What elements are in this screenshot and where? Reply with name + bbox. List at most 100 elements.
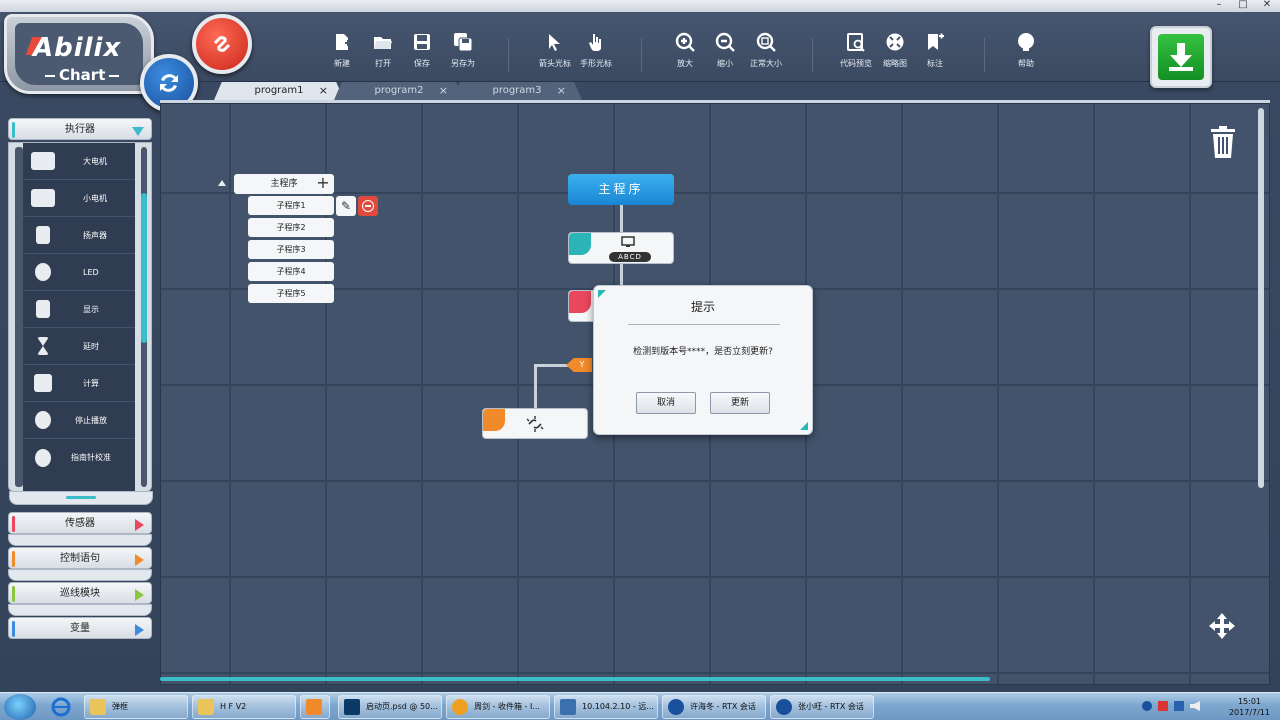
subprogram-item[interactable]: 子程序1 — [248, 196, 334, 215]
block-label: 大电机 — [83, 156, 107, 166]
bookmark-icon — [928, 33, 944, 50]
trash-icon[interactable] — [1210, 126, 1236, 158]
main-program-block[interactable]: 主程序 — [568, 174, 674, 205]
category-line-follow[interactable]: 巡线模块 — [8, 582, 152, 616]
control-block-tag — [483, 409, 505, 431]
dialog-corner — [598, 290, 606, 298]
category-actuators[interactable]: 执行器 — [8, 118, 152, 140]
vertical-scrollbar[interactable] — [1258, 108, 1264, 488]
tab-label: program3 — [492, 85, 542, 96]
close-button[interactable]: ✕ — [1260, 0, 1274, 10]
bookmark-button[interactable]: 标注 — [909, 32, 961, 69]
close-icon[interactable]: × — [319, 82, 328, 100]
arrow-cursor-icon — [549, 34, 560, 51]
update-button[interactable]: 更新 — [710, 392, 770, 414]
category-color-bar — [12, 551, 15, 567]
actuator-panel: 大电机 小电机 扬声器 LED 显示 延时 计算 停止播放 指南针校准 — [8, 142, 153, 505]
taskbar-item[interactable]: H F V2 — [192, 695, 296, 719]
category-variables[interactable]: 变量 — [8, 617, 152, 639]
taskbar-item[interactable]: 周剑 - 收件箱 - I... — [446, 695, 550, 719]
windows-taskbar: 弹框 H F V2 启动页.psd @ 50... 周剑 - 收件箱 - I..… — [0, 692, 1280, 720]
zoom-in-icon — [675, 32, 695, 52]
cancel-button[interactable]: 取消 — [636, 392, 696, 414]
delete-icon[interactable] — [358, 196, 378, 216]
close-icon[interactable]: × — [439, 82, 448, 100]
folder-icon — [90, 698, 106, 715]
hand-cursor-button[interactable]: 手形光标 — [570, 32, 622, 69]
subprogram-item[interactable]: 子程序4 — [248, 262, 334, 281]
display-block-tag — [569, 233, 591, 255]
horizontal-scrollbar[interactable] — [160, 677, 990, 681]
tray-app-icon[interactable] — [1158, 701, 1168, 711]
category-control[interactable]: 控制语句 — [8, 547, 152, 581]
display-icon — [36, 300, 50, 318]
close-icon[interactable]: × — [557, 82, 566, 100]
help-button[interactable]: 帮助 — [1000, 32, 1052, 69]
abilix-chart-logo: Abilix Chart — [4, 14, 154, 94]
start-button[interactable] — [4, 694, 36, 720]
block-delay[interactable]: 延时 — [23, 328, 135, 365]
block-small-motor[interactable]: 小电机 — [23, 180, 135, 217]
monitor-icon — [621, 236, 635, 247]
taskbar-item[interactable]: 许海冬 - RTX 会话 — [662, 695, 766, 719]
block-label: 扬声器 — [83, 230, 107, 240]
code-preview-icon — [847, 33, 865, 52]
toolbar-divider — [508, 38, 509, 72]
tab-program1[interactable]: program1 × — [214, 82, 344, 100]
taskbar-item[interactable] — [300, 695, 330, 719]
tab-label: program1 — [254, 85, 304, 96]
chain-link-icon — [213, 36, 231, 52]
subprogram-item[interactable]: 子程序2 — [248, 218, 334, 237]
bookmark-label: 标注 — [927, 59, 943, 68]
mail-icon — [452, 698, 468, 715]
tray-app-icon[interactable] — [1142, 701, 1152, 711]
block-compass-calibrate[interactable]: 指南针校准 — [23, 439, 135, 476]
collapse-arrow-icon[interactable] — [218, 180, 226, 186]
block-large-motor[interactable]: 大电机 — [23, 143, 135, 180]
category-footer — [8, 569, 152, 581]
add-subprogram-button[interactable]: + — [314, 174, 332, 194]
dialog-divider — [628, 324, 780, 325]
network-icon[interactable] — [1174, 701, 1184, 711]
toolbar-divider — [812, 38, 813, 72]
actuator-block-list: 大电机 小电机 扬声器 LED 显示 延时 计算 停止播放 指南针校准 — [23, 143, 135, 493]
save-as-button[interactable]: 另存为 — [437, 32, 489, 69]
maximize-button[interactable]: □ — [1236, 0, 1250, 10]
block-stop-playback[interactable]: 停止播放 — [23, 402, 135, 439]
tab-program3[interactable]: program3 × — [452, 82, 582, 100]
tab-program2[interactable]: program2 × — [334, 82, 464, 100]
help-label: 帮助 — [1018, 59, 1034, 68]
block-label: 显示 — [83, 304, 99, 314]
block-calculate[interactable]: 计算 — [23, 365, 135, 402]
block-display[interactable]: 显示 — [23, 291, 135, 328]
toolbar-divider — [984, 38, 985, 72]
ie-icon[interactable] — [50, 697, 72, 717]
connect-button[interactable] — [192, 14, 252, 74]
subprogram-item[interactable]: 子程序5 — [248, 284, 334, 303]
edit-icon[interactable]: ✎ — [336, 196, 356, 216]
move-icon[interactable] — [1208, 612, 1236, 640]
dialog-corner — [800, 422, 808, 430]
category-sensors[interactable]: 传感器 — [8, 512, 152, 546]
block-speaker[interactable]: 扬声器 — [23, 217, 135, 254]
taskbar-item[interactable]: 启动页.psd @ 50... — [338, 695, 442, 719]
taskbar-item[interactable]: 张小旺 - RTX 会话 — [770, 695, 874, 719]
media-player-icon — [306, 698, 322, 715]
taskbar-clock[interactable]: 15:01 2017/7/11 — [1229, 696, 1270, 718]
block-led[interactable]: LED — [23, 254, 135, 291]
stop-icon — [35, 411, 51, 429]
minimize-button[interactable]: – — [1212, 0, 1226, 10]
taskbar-item-label: 许海冬 - RTX 会话 — [690, 702, 756, 711]
control-block[interactable] — [482, 408, 588, 439]
block-label: 计算 — [83, 378, 99, 388]
actual-size-button[interactable]: 正常大小 — [740, 32, 792, 69]
volume-icon[interactable] — [1190, 701, 1200, 711]
display-block[interactable]: ABCD — [568, 232, 674, 264]
subprogram-item[interactable]: 子程序3 — [248, 240, 334, 259]
download-button[interactable] — [1150, 26, 1212, 88]
download-icon — [1158, 34, 1204, 80]
taskbar-item[interactable]: 弹框 — [84, 695, 188, 719]
panel-scroll-thumb[interactable] — [141, 193, 147, 343]
taskbar-item[interactable]: 10.104.2.10 - 远... — [554, 695, 658, 719]
block-label: 延时 — [83, 341, 99, 351]
